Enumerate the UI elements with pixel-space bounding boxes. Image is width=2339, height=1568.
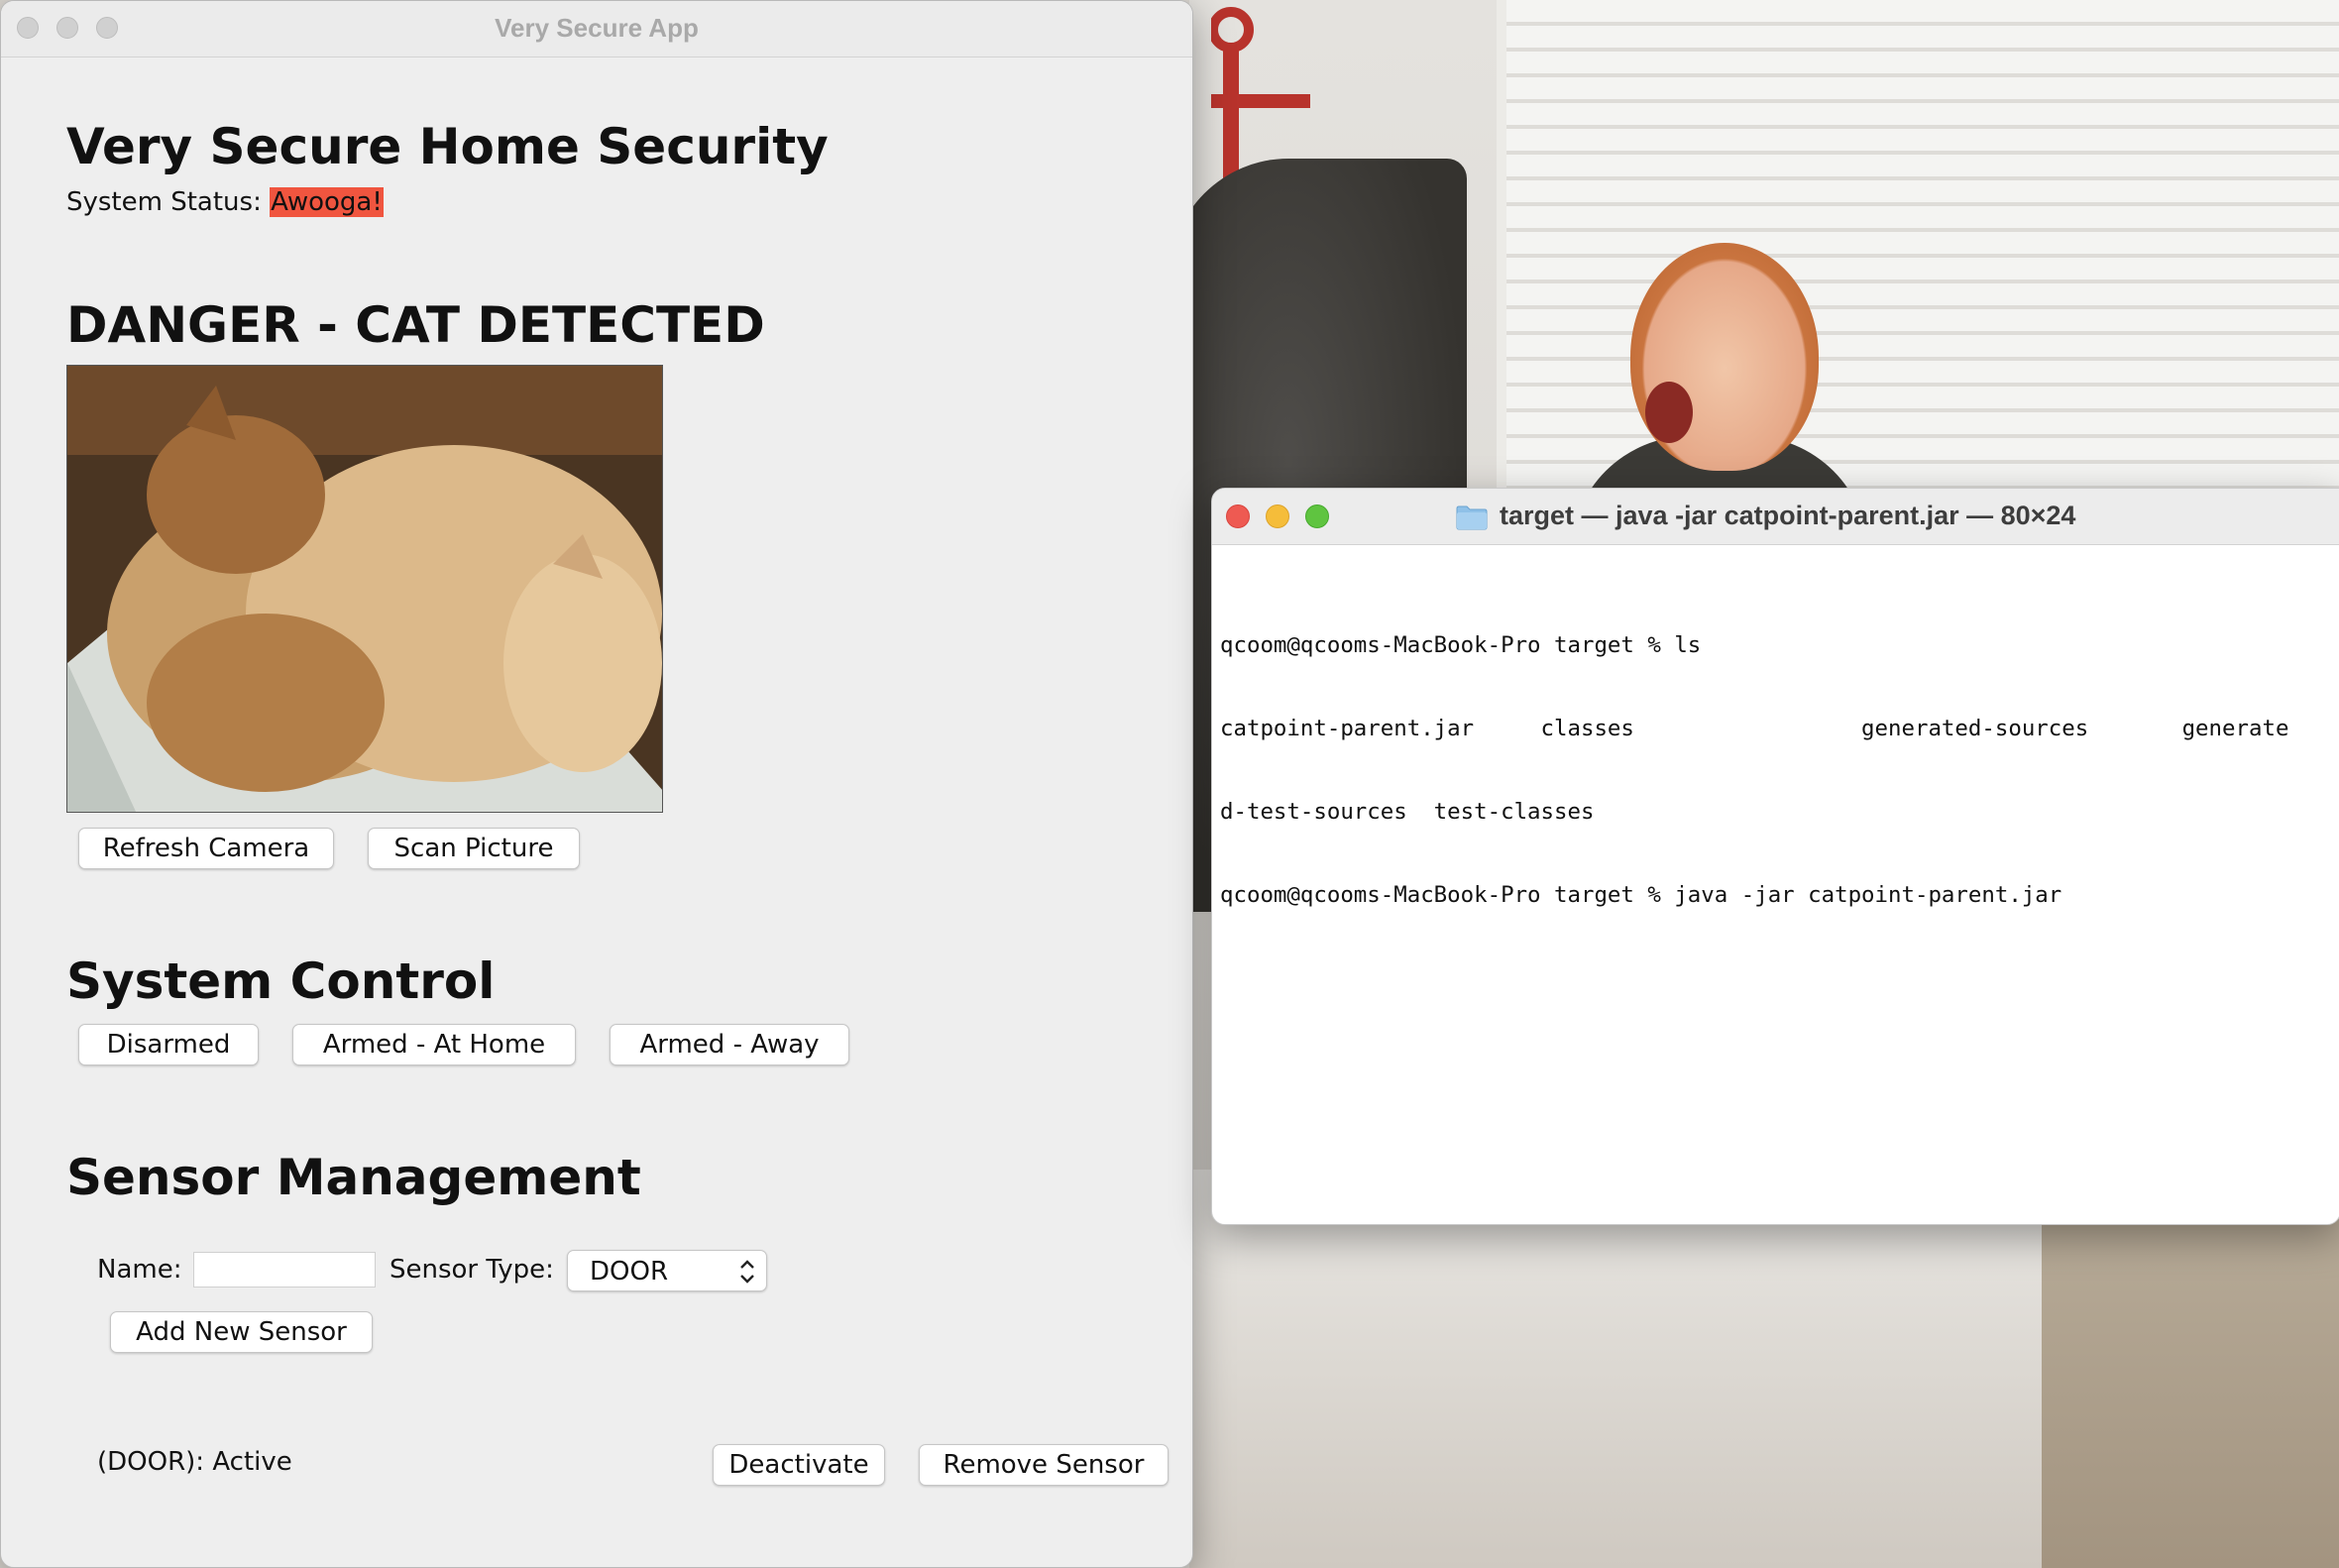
- folder-icon: [1456, 505, 1488, 530]
- terminal-close-button[interactable]: [1226, 504, 1250, 528]
- system-status-label: System Status:: [66, 187, 262, 217]
- page-title: Very Secure Home Security: [66, 118, 829, 175]
- deactivate-sensor-button[interactable]: Deactivate: [713, 1444, 885, 1486]
- terminal-minimize-button[interactable]: [1266, 504, 1289, 528]
- security-app-window: Very Secure App Very Secure Home Securit…: [0, 0, 1193, 1568]
- wallpaper-carpet: [2042, 1170, 2339, 1568]
- remove-sensor-button[interactable]: Remove Sensor: [919, 1444, 1169, 1486]
- sensor-type-label: Sensor Type:: [390, 1255, 554, 1285]
- camera-image: [66, 365, 663, 813]
- add-new-sensor-button[interactable]: Add New Sensor: [110, 1311, 373, 1353]
- sensor-management-heading: Sensor Management: [66, 1149, 641, 1206]
- mode-armed-away-button[interactable]: Armed - Away: [610, 1024, 849, 1065]
- system-control-heading: System Control: [66, 952, 496, 1010]
- terminal-zoom-button[interactable]: [1305, 504, 1329, 528]
- app-titlebar: Very Secure App: [1, 1, 1192, 57]
- refresh-camera-button[interactable]: Refresh Camera: [78, 828, 334, 869]
- terminal-title: target — java -jar catpoint-parent.jar —…: [1500, 501, 2076, 530]
- sensor-name-input[interactable]: [193, 1252, 376, 1288]
- terminal-window[interactable]: target — java -jar catpoint-parent.jar —…: [1211, 488, 2339, 1225]
- sensor-type-select[interactable]: DOOR: [567, 1250, 767, 1291]
- mode-armed-home-button[interactable]: Armed - At Home: [292, 1024, 576, 1065]
- app-window-title: Very Secure App: [495, 13, 699, 43]
- terminal-line: d-test-sources test-classes: [1220, 799, 1595, 825]
- terminal-line: qcoom@qcooms-MacBook-Pro target % java -…: [1220, 882, 2062, 908]
- sensor-item-label: (DOOR): Active: [97, 1447, 292, 1477]
- sensor-name-label: Name:: [97, 1255, 182, 1285]
- updown-chevron-icon: [740, 1260, 754, 1284]
- terminal-titlebar: target — java -jar catpoint-parent.jar —…: [1212, 489, 2339, 545]
- system-status: System Status: Awooga!: [66, 187, 384, 217]
- sensor-type-value: DOOR: [590, 1257, 669, 1287]
- alert-heading: DANGER - CAT DETECTED: [66, 296, 765, 354]
- terminal-output[interactable]: qcoom@qcooms-MacBook-Pro target % ls cat…: [1220, 576, 2336, 964]
- wallpaper-child-mouth: [1645, 382, 1693, 443]
- scan-picture-button[interactable]: Scan Picture: [368, 828, 580, 869]
- terminal-line: catpoint-parent.jar classes generated-so…: [1220, 716, 2289, 741]
- mode-disarmed-button[interactable]: Disarmed: [78, 1024, 259, 1065]
- terminal-line: qcoom@qcooms-MacBook-Pro target % ls: [1220, 632, 1702, 658]
- status-badge: Awooga!: [270, 187, 384, 217]
- wallpaper-window-blinds: [1497, 0, 2339, 496]
- cat-photo-icon: [67, 366, 662, 812]
